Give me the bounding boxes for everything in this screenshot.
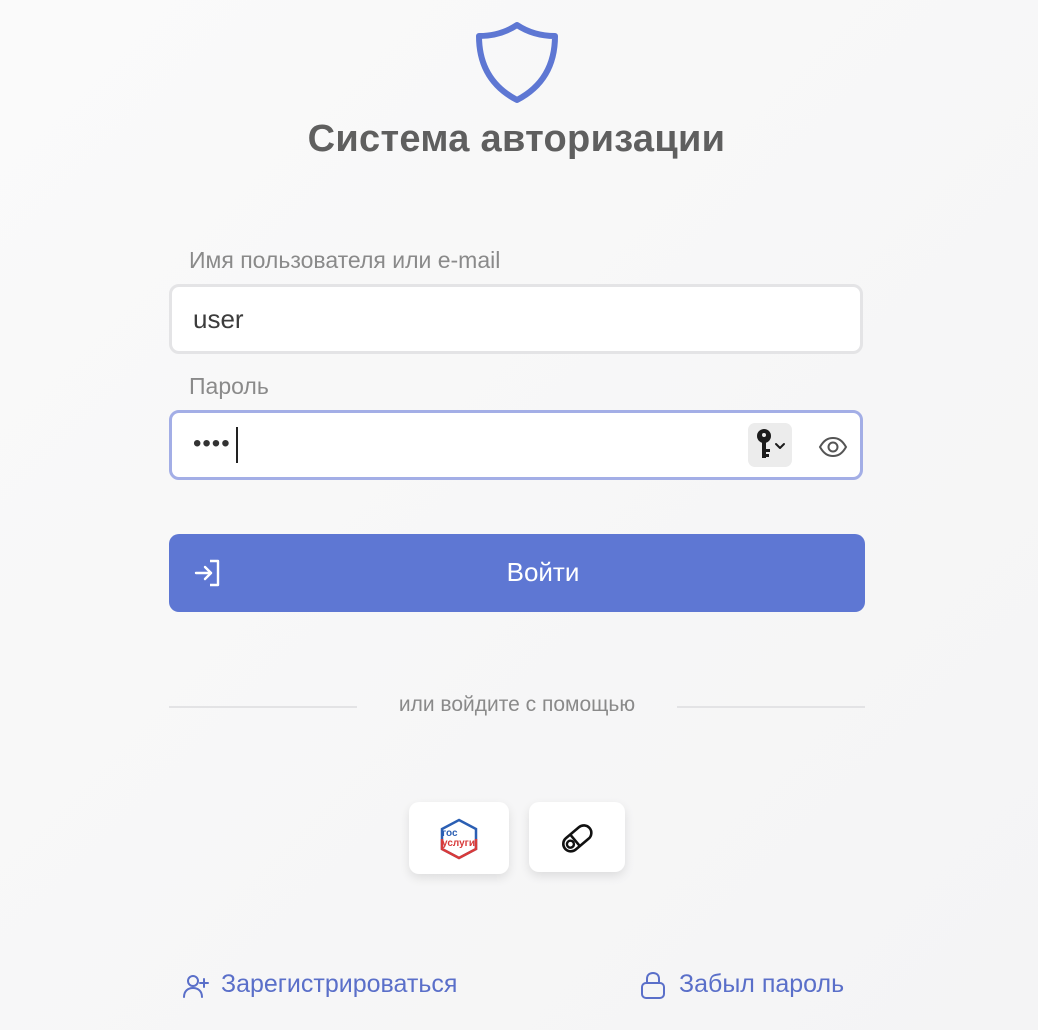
password-field[interactable]: •••• <box>169 410 863 480</box>
login-button-label: Войти <box>506 557 580 587</box>
password-label: Пароль <box>189 373 269 399</box>
add-user-icon <box>183 975 209 998</box>
password-manager-button[interactable] <box>748 423 792 467</box>
gosuslugi-line2: услуги <box>442 838 475 849</box>
username-label: Имя пользователя или e-mail <box>189 247 501 273</box>
shield-logo-icon <box>476 22 558 103</box>
key-icon <box>757 429 785 458</box>
divider-line-right <box>677 706 865 708</box>
divider-line-left <box>169 706 357 708</box>
username-value: user <box>193 304 244 334</box>
usb-key-icon <box>562 824 593 853</box>
eye-icon[interactable] <box>818 432 848 462</box>
gosuslugi-logo-text: гос услуги <box>442 829 475 849</box>
lock-icon <box>641 971 665 999</box>
gosuslugi-login-button[interactable]: гос услуги <box>409 802 509 874</box>
login-button[interactable]: Войти <box>169 534 865 612</box>
text-caret <box>236 427 238 463</box>
page-title: Система авторизации <box>307 118 726 160</box>
usb-token-login-button[interactable] <box>529 802 625 872</box>
password-masked-value: •••• <box>193 430 231 457</box>
forgot-password-link-label: Забыл пароль <box>679 970 845 998</box>
divider-text: или войдите с помощью <box>398 693 636 716</box>
register-link-label: Зарегистрироваться <box>221 970 458 998</box>
username-field[interactable]: user <box>169 284 863 354</box>
